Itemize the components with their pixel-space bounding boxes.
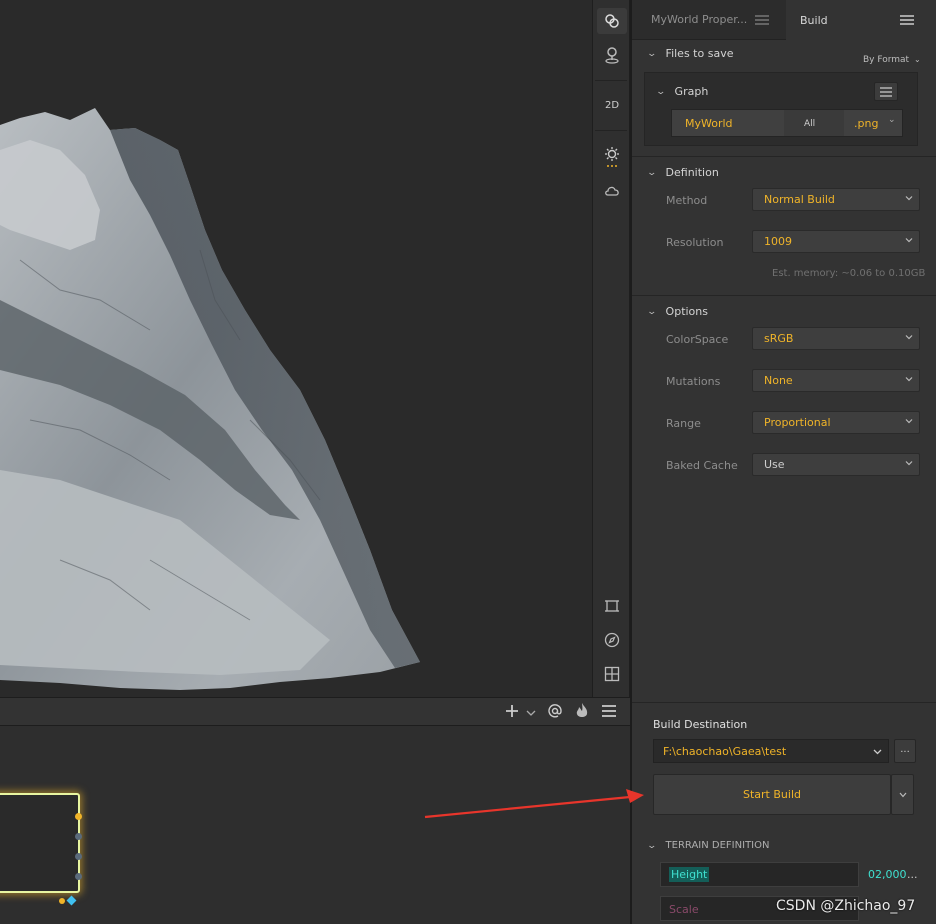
node-status-diamond	[66, 895, 77, 906]
chevron-down-icon: ⌄	[646, 167, 658, 178]
definition-title: Definition	[665, 166, 719, 179]
baked-cache-label: Baked Cache	[666, 459, 738, 472]
menu-icon	[880, 86, 892, 97]
flame-icon[interactable]	[575, 702, 589, 723]
node-output-port[interactable]	[75, 853, 82, 860]
node-output-port[interactable]	[75, 833, 82, 840]
method-dropdown[interactable]: Normal Build	[752, 188, 920, 211]
at-sign-icon[interactable]	[547, 703, 563, 722]
graph-files-box: ⌄ Graph MyWorld All .png ⌄	[644, 72, 918, 146]
chevron-down-icon	[905, 377, 913, 382]
options-header[interactable]: ⌄ Options	[646, 305, 708, 318]
node-graph[interactable]	[0, 726, 630, 924]
chevron-down-icon: ⌄	[888, 115, 896, 125]
start-build-options-button[interactable]	[891, 774, 914, 815]
browse-button[interactable]: ...	[894, 739, 916, 763]
sun-light-icon[interactable]	[597, 144, 627, 170]
files-to-save-header[interactable]: ⌄ Files to save	[646, 47, 734, 60]
watermark: CSDN @Zhichao_97	[776, 898, 916, 914]
height-field[interactable]: Height	[660, 862, 859, 887]
definition-header[interactable]: ⌄ Definition	[646, 166, 719, 179]
node-status-dot	[59, 898, 65, 904]
terrain-definition-header[interactable]: ⌄ TERRAIN DEFINITION	[646, 840, 770, 851]
layout-grid-icon[interactable]	[597, 661, 627, 687]
range-value: Proportional	[764, 416, 831, 429]
file-scope[interactable]: All	[784, 110, 844, 136]
tab-build-label: Build	[800, 13, 828, 27]
chevron-down-icon	[905, 461, 913, 466]
add-node-icon[interactable]	[504, 703, 520, 722]
build-destination-value: F:\chaochao\Gaea\test	[663, 745, 787, 758]
build-panel: MyWorld Proper... Build ⌄ Files to save …	[630, 0, 936, 924]
frame-select-icon[interactable]	[597, 593, 627, 619]
chevron-down-icon[interactable]	[526, 707, 536, 720]
format-selector-label: By Format	[863, 55, 910, 65]
location-pin-icon[interactable]	[597, 42, 627, 68]
chevron-down-icon	[905, 238, 913, 243]
annotation-arrow	[424, 789, 644, 819]
chevron-down-icon: ⌄	[655, 86, 667, 97]
tab-build[interactable]: Build	[786, 0, 936, 40]
graph-files-menu-button[interactable]	[874, 82, 898, 101]
height-value[interactable]: 02,000	[868, 868, 907, 881]
options-title: Options	[665, 305, 708, 318]
mutations-dropdown[interactable]: None	[752, 369, 920, 392]
build-destination-dropdown[interactable]: F:\chaochao\Gaea\test	[653, 739, 889, 763]
baked-cache-dropdown[interactable]: Use	[752, 453, 920, 476]
height-more[interactable]: ...	[907, 868, 918, 881]
range-label: Range	[666, 417, 701, 430]
scale-label: Scale	[669, 903, 699, 916]
method-label: Method	[666, 194, 708, 207]
chevron-down-icon	[873, 749, 882, 755]
resolution-value: 1009	[764, 235, 792, 248]
chevron-down-icon: ⌄	[646, 840, 658, 851]
chevron-down-icon	[899, 792, 906, 797]
cloud-icon[interactable]	[597, 178, 627, 204]
colorspace-dropdown[interactable]: sRGB	[752, 327, 920, 350]
mutations-value: None	[764, 374, 793, 387]
tab-properties[interactable]: MyWorld Proper...	[632, 0, 786, 40]
graph-files-title: Graph	[674, 85, 709, 98]
graph-files-header[interactable]: ⌄ Graph	[655, 85, 709, 98]
file-row: MyWorld All .png ⌄	[671, 109, 903, 137]
file-extension-dropdown[interactable]: .png ⌄	[844, 110, 902, 136]
tab-menu-icon[interactable]	[755, 15, 769, 28]
tab-properties-label: MyWorld Proper...	[651, 13, 748, 26]
build-destination-label: Build Destination	[653, 718, 748, 731]
chevron-down-icon: ⌄	[646, 306, 658, 317]
node-output-port[interactable]	[75, 873, 82, 880]
menu-icon[interactable]	[601, 704, 617, 721]
viewport-toolbar: 2D	[592, 0, 630, 697]
terrain-viewport[interactable]	[0, 0, 592, 697]
format-selector[interactable]: By Format ⌄	[863, 55, 921, 65]
link-view-icon[interactable]	[597, 8, 627, 34]
chevron-down-icon	[905, 419, 913, 424]
memory-estimate: Est. memory: ~0.06 to 0.10GB	[772, 268, 926, 279]
resolution-dropdown[interactable]: 1009	[752, 230, 920, 253]
mode-2d-button[interactable]: 2D	[597, 92, 627, 118]
range-dropdown[interactable]: Proportional	[752, 411, 920, 434]
mutations-label: Mutations	[666, 375, 721, 388]
chevron-down-icon	[905, 335, 913, 340]
method-value: Normal Build	[764, 193, 835, 206]
resolution-label: Resolution	[666, 236, 724, 249]
chevron-down-icon: ⌄	[913, 55, 921, 64]
graph-node[interactable]	[0, 793, 80, 893]
height-label: Height	[669, 867, 710, 882]
graph-toolbar	[0, 697, 630, 726]
start-build-button[interactable]: Start Build	[653, 774, 891, 815]
terrain-render	[0, 108, 420, 690]
file-name-field[interactable]: MyWorld	[672, 110, 784, 136]
node-output-port[interactable]	[75, 813, 82, 820]
baked-cache-value: Use	[764, 458, 785, 471]
file-extension-value: .png	[854, 117, 879, 130]
tab-menu-icon[interactable]	[900, 15, 914, 28]
colorspace-value: sRGB	[764, 332, 794, 345]
colorspace-label: ColorSpace	[666, 333, 729, 346]
terrain-definition-title: TERRAIN DEFINITION	[665, 840, 770, 851]
chevron-down-icon	[905, 196, 913, 201]
compass-icon[interactable]	[597, 627, 627, 653]
chevron-down-icon: ⌄	[646, 48, 658, 59]
files-to-save-title: Files to save	[665, 47, 734, 60]
